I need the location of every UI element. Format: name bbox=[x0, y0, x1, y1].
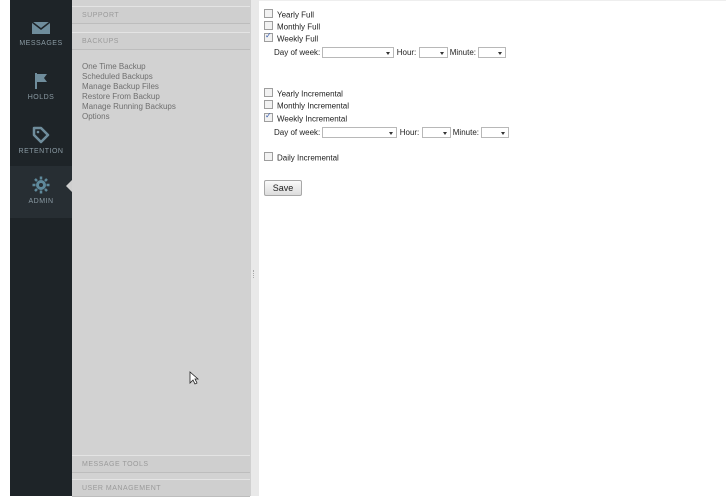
rail-label-messages: MESSAGES bbox=[19, 40, 63, 47]
rail-label-retention: RETENTION bbox=[18, 148, 64, 155]
top-edge bbox=[258, 0, 726, 1]
section-header-user-management[interactable]: USER MANAGEMENT bbox=[72, 479, 250, 497]
sidebar-splitter[interactable] bbox=[250, 0, 259, 496]
checkbox-row-yearly-full[interactable]: Yearly Full bbox=[264, 9, 315, 21]
splitter-grip-icon bbox=[253, 270, 257, 278]
menu-item-one-time-backup[interactable]: One Time Backup bbox=[82, 62, 176, 72]
hour-label: Hour: bbox=[396, 48, 417, 57]
day-of-week-label: Day of week: bbox=[274, 128, 321, 137]
checkbox-row-monthly-full[interactable]: Monthly Full bbox=[264, 21, 321, 33]
daily-incremental-label: Daily Incremental bbox=[277, 153, 339, 163]
rail-item-admin[interactable]: ADMIN bbox=[10, 166, 72, 218]
yearly-incremental-checkbox[interactable] bbox=[264, 88, 273, 98]
rail-label-admin: ADMIN bbox=[28, 198, 54, 205]
weekly-full-checkbox[interactable] bbox=[264, 31, 273, 43]
yearly-full-label: Yearly Full bbox=[277, 10, 315, 20]
menu-item-manage-running-backups[interactable]: Manage Running Backups bbox=[82, 102, 176, 112]
rail-item-messages[interactable]: MESSAGES bbox=[10, 10, 72, 62]
mouse-cursor-icon bbox=[189, 371, 199, 385]
yearly-full-checkbox[interactable] bbox=[264, 9, 273, 19]
backups-menu: One Time Backup Scheduled Backups Manage… bbox=[82, 62, 176, 122]
monthly-full-label: Monthly Full bbox=[277, 22, 321, 32]
monthly-incremental-checkbox[interactable] bbox=[264, 100, 273, 110]
hour-label: Hour: bbox=[399, 128, 420, 137]
weekly-incremental-minute-select[interactable] bbox=[481, 127, 510, 138]
weekly-incremental-checkbox[interactable] bbox=[264, 111, 273, 123]
monthly-full-checkbox[interactable] bbox=[264, 21, 273, 31]
envelope-icon bbox=[31, 21, 51, 34]
weekly-full-schedule-row: Day of week: Hour: Minute: bbox=[274, 47, 507, 58]
section-header-backups[interactable]: BACKUPS bbox=[72, 32, 250, 50]
rail-item-holds[interactable]: HOLDS bbox=[10, 62, 72, 114]
checkbox-row-weekly-full[interactable]: Weekly Full bbox=[264, 31, 319, 45]
flag-icon bbox=[35, 73, 47, 89]
weekly-full-day-select[interactable] bbox=[322, 47, 395, 58]
checkbox-row-yearly-incremental[interactable]: Yearly Incremental bbox=[264, 88, 343, 100]
app-nav-rail: MESSAGES HOLDS RETENTION ADMIN bbox=[10, 0, 72, 496]
rail-label-holds: HOLDS bbox=[27, 94, 55, 101]
tag-icon bbox=[32, 126, 50, 144]
minute-label: Minute: bbox=[449, 48, 476, 57]
menu-item-manage-backup-files[interactable]: Manage Backup Files bbox=[82, 82, 176, 92]
weekly-full-hour-select[interactable] bbox=[418, 47, 448, 58]
yearly-incremental-label: Yearly Incremental bbox=[277, 89, 343, 99]
menu-item-restore-from-backup[interactable]: Restore From Backup bbox=[82, 92, 176, 102]
section-header-message-tools[interactable]: MESSAGE TOOLS bbox=[72, 455, 250, 473]
admin-sidebar: SUPPORT BACKUPS One Time Backup Schedule… bbox=[72, 0, 250, 497]
menu-item-options[interactable]: Options bbox=[82, 112, 176, 122]
chevron-down-icon bbox=[386, 52, 391, 55]
menu-item-scheduled-backups[interactable]: Scheduled Backups bbox=[82, 72, 176, 82]
chevron-down-icon bbox=[442, 132, 447, 135]
minute-label: Minute: bbox=[452, 128, 479, 137]
chevron-down-icon bbox=[498, 52, 503, 55]
section-header-support[interactable]: SUPPORT bbox=[72, 6, 250, 24]
weekly-incremental-hour-select[interactable] bbox=[421, 127, 451, 138]
weekly-incremental-label: Weekly Incremental bbox=[277, 114, 348, 124]
gear-icon bbox=[32, 176, 50, 194]
weekly-full-label: Weekly Full bbox=[277, 34, 319, 44]
day-of-week-label: Day of week: bbox=[274, 48, 321, 57]
chevron-down-icon bbox=[439, 52, 444, 55]
save-button[interactable]: Save bbox=[264, 180, 302, 196]
rail-item-retention[interactable]: RETENTION bbox=[10, 116, 72, 168]
daily-incremental-checkbox[interactable] bbox=[264, 152, 273, 162]
checkbox-row-daily-incremental[interactable]: Daily Incremental bbox=[264, 152, 339, 164]
monthly-incremental-label: Monthly Incremental bbox=[277, 101, 350, 111]
weekly-incremental-schedule-row: Day of week: Hour: Minute: bbox=[274, 127, 510, 138]
checkbox-row-weekly-incremental[interactable]: Weekly Incremental bbox=[264, 111, 348, 125]
weekly-incremental-day-select[interactable] bbox=[322, 127, 398, 138]
chevron-down-icon bbox=[389, 132, 394, 135]
weekly-full-minute-select[interactable] bbox=[478, 47, 507, 58]
chevron-down-icon bbox=[501, 132, 506, 135]
checkbox-row-monthly-incremental[interactable]: Monthly Incremental bbox=[264, 100, 350, 112]
